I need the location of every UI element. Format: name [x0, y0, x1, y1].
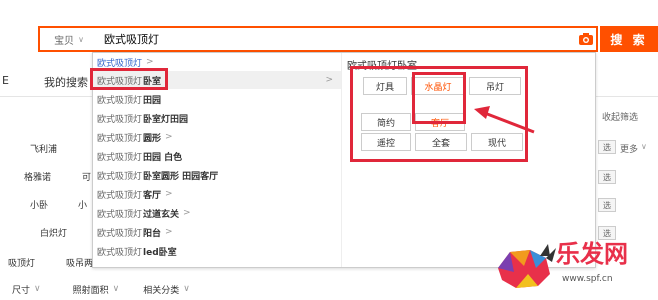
suggestion-suffix: 客厅 — [143, 190, 162, 201]
suggestion-prefix: 欧式吸顶灯 — [97, 171, 143, 182]
suggestion-item[interactable]: 欧式吸顶灯 卧室灯田园 — [93, 109, 341, 127]
suggestion-prefix: 欧式吸顶灯 — [97, 209, 143, 220]
filter-item[interactable]: 小卧 — [30, 198, 48, 211]
left-glyph: E — [2, 74, 9, 87]
suggestion-suffix: 卧室灯田园 — [143, 114, 189, 125]
chevron-down-icon: ∨ — [34, 284, 41, 294]
suggestion-prefix: 欧式吸顶灯 — [97, 190, 143, 201]
suggestion-suffix: 田园 — [143, 95, 162, 106]
chevron-down-icon: ∨ — [112, 284, 120, 294]
camera-icon[interactable] — [578, 31, 594, 47]
filter-item[interactable]: 白炽灯 — [40, 226, 67, 239]
tab-my-search[interactable]: 我的搜索 — [44, 74, 88, 90]
suggestion-item[interactable]: 欧式吸顶灯 客厅 > — [93, 185, 341, 203]
annotation-box — [412, 72, 466, 124]
suggestion-suffix: 过道玄关 — [143, 209, 180, 220]
multi-select-button[interactable]: 选 — [598, 140, 616, 154]
chevron-down-icon: ∨ — [641, 142, 647, 151]
search-bar: 宝贝 ∨ 欧式吸顶灯 — [38, 26, 598, 52]
suggestion-prefix: 欧式吸顶灯 — [97, 247, 143, 258]
multi-select-button[interactable]: 选 — [598, 198, 616, 212]
search-input[interactable]: 欧式吸顶灯 — [98, 28, 576, 50]
suggestion-item[interactable]: 欧式吸顶灯 过道玄关 > — [93, 204, 341, 222]
attr-size[interactable]: 尺寸 — [12, 283, 30, 296]
filter-item[interactable]: 吸吊两 — [66, 256, 93, 269]
multi-select-button[interactable]: 选 — [598, 170, 616, 184]
suggestion-suffix: led卧室 — [143, 247, 177, 258]
chevron-right-icon: > — [165, 227, 173, 237]
chevron-right-icon: > — [183, 208, 191, 218]
suggestion-item[interactable]: 欧式吸顶灯 卧室圆形 田园客厅 — [93, 166, 341, 184]
filter-item[interactable]: 小 — [78, 198, 87, 211]
site-name: 乐发网 — [556, 239, 628, 268]
bull-logo-icon — [498, 244, 556, 288]
suggestion-prefix: 欧式吸顶灯 — [97, 152, 143, 163]
collapse-filter-link[interactable]: 收起筛选 — [602, 110, 638, 123]
chevron-down-icon: ∨ — [183, 284, 190, 294]
suggestion-prefix: 欧式吸顶灯 — [97, 133, 143, 144]
site-watermark: 乐发网 www.spf.cn — [490, 230, 658, 300]
suggestion-prefix: 欧式吸顶灯 — [97, 58, 143, 69]
attr-area[interactable]: 照射面积 — [73, 283, 109, 296]
suggestion-item[interactable]: 欧式吸顶灯 阳台 > — [93, 223, 341, 241]
chevron-down-icon: ∨ — [78, 34, 84, 44]
suggestion-prefix: 欧式吸顶灯 — [97, 114, 143, 125]
more-link[interactable]: 更多 — [620, 142, 638, 155]
divider — [341, 53, 342, 267]
chevron-right-icon: > — [165, 189, 173, 199]
suggestion-suffix: 田园 白色 — [143, 152, 183, 163]
chevron-right-icon: > — [146, 57, 154, 67]
suggestion-suffix: 阳台 — [143, 228, 162, 239]
suggestion-item[interactable]: 欧式吸顶灯 led卧室 — [93, 242, 341, 260]
chevron-right-icon: > — [165, 132, 173, 142]
suggestion-item[interactable]: 欧式吸顶灯 田园 — [93, 90, 341, 108]
brand-filter-item[interactable]: 格雅诺 — [24, 170, 51, 183]
suggestion-item[interactable]: 欧式吸顶灯 圆形 > — [93, 128, 341, 146]
brand-filter-item[interactable]: 飞利浦 — [30, 142, 57, 155]
category-select[interactable]: 宝贝 ∨ — [40, 28, 98, 50]
annotation-box — [90, 68, 168, 90]
attr-category[interactable]: 相关分类 — [143, 283, 179, 296]
suggestion-suffix: 卧室圆形 田园客厅 — [143, 171, 219, 182]
search-button[interactable]: 搜 索 — [600, 26, 658, 52]
category-label: 宝贝 — [54, 35, 75, 47]
suggestion-item[interactable]: 欧式吸顶灯 田园 白色 — [93, 147, 341, 165]
site-url: www.spf.cn — [562, 274, 613, 284]
suggestion-prefix: 欧式吸顶灯 — [97, 228, 143, 239]
brand-filter-item[interactable]: 可 — [82, 170, 91, 183]
filter-item[interactable]: 吸顶灯 — [8, 256, 35, 269]
suggestion-suffix: 圆形 — [143, 133, 162, 144]
chevron-right-icon: > — [325, 75, 333, 85]
suggestion-prefix: 欧式吸顶灯 — [97, 95, 143, 106]
annotation-arrow-icon — [474, 106, 535, 134]
